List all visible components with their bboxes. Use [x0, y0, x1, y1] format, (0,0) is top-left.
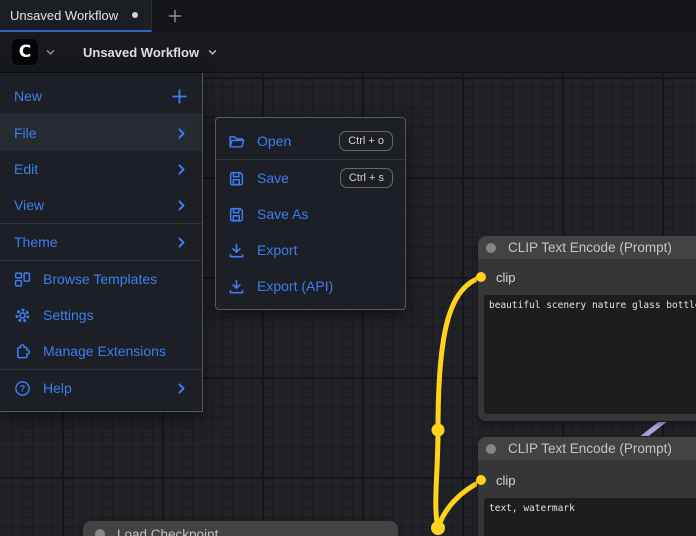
- workflow-tab-title: Unsaved Workflow: [10, 8, 118, 23]
- clip-wire-bottom: [438, 481, 482, 528]
- menu-item-theme[interactable]: Theme: [0, 224, 202, 260]
- download-icon: [228, 242, 245, 259]
- menu-item-label: Theme: [14, 234, 58, 250]
- menu-item-label: Edit: [14, 161, 38, 177]
- submenu-item-label: Export: [257, 242, 297, 258]
- node-header[interactable]: CLIP Text Encode (Prompt): [478, 236, 696, 259]
- save-icon: [228, 206, 245, 223]
- submenu-item-label: Export (API): [257, 278, 333, 294]
- chevron-right-icon: [175, 236, 188, 249]
- node-clip-text-encode-negative: CLIP Text Encode (Prompt) clip text, wat…: [478, 437, 696, 536]
- menu-item-view[interactable]: View: [0, 187, 202, 223]
- chevron-right-icon: [175, 163, 188, 176]
- workflow-tab[interactable]: Unsaved Workflow: [0, 0, 152, 32]
- submenu-item-export-api[interactable]: Export (API): [216, 268, 405, 304]
- plus-icon: [171, 88, 188, 105]
- folder-open-icon: [228, 133, 245, 150]
- menu-item-label: Settings: [43, 307, 94, 323]
- svg-text:?: ?: [20, 383, 26, 393]
- clip-input-label: clip: [496, 270, 516, 285]
- chevron-down-icon: [207, 47, 218, 58]
- clip-input-slot: clip: [478, 470, 516, 490]
- menu-item-file[interactable]: File: [0, 115, 202, 151]
- shortcut-badge: Ctrl + o: [339, 131, 393, 151]
- menu-item-edit[interactable]: Edit: [0, 151, 202, 187]
- submenu-item-open[interactable]: Open Ctrl + o: [216, 123, 405, 159]
- submenu-item-export[interactable]: Export: [216, 232, 405, 268]
- menu-item-browse-templates[interactable]: Browse Templates: [0, 261, 202, 297]
- menu-item-label: Help: [43, 380, 72, 396]
- clip-input-port[interactable]: [476, 475, 486, 485]
- chevron-down-icon: [45, 47, 56, 58]
- submenu-item-label: Save: [257, 170, 289, 186]
- menu-item-label: Manage Extensions: [43, 343, 166, 359]
- prompt-text-field[interactable]: text, watermark: [484, 498, 696, 536]
- chevron-right-icon: [175, 127, 188, 140]
- workflow-name-label: Unsaved Workflow: [83, 45, 199, 60]
- file-submenu-panel: Open Ctrl + o Save Ctrl + s Save As: [215, 117, 406, 310]
- submenu-item-save-as[interactable]: Save As: [216, 196, 405, 232]
- comfyui-logo-icon: C: [12, 39, 38, 65]
- app-menu-button[interactable]: C: [12, 39, 56, 65]
- workflow-name-dropdown[interactable]: Unsaved Workflow: [83, 45, 218, 60]
- chevron-right-icon: [175, 199, 188, 212]
- clip-input-port[interactable]: [476, 272, 486, 282]
- wire-junction-dot[interactable]: [431, 521, 445, 535]
- node-title: Load Checkpoint: [117, 527, 218, 536]
- reroute-dot[interactable]: [432, 424, 445, 437]
- menu-item-label: New: [14, 88, 42, 104]
- menu-item-label: View: [14, 197, 44, 213]
- node-header[interactable]: CLIP Text Encode (Prompt): [478, 437, 696, 460]
- question-circle-icon: ?: [14, 380, 31, 397]
- node-load-checkpoint: Load Checkpoint: [83, 521, 398, 536]
- submenu-item-save[interactable]: Save Ctrl + s: [216, 160, 405, 196]
- chevron-right-icon: [175, 382, 188, 395]
- node-title: CLIP Text Encode (Prompt): [508, 240, 672, 255]
- gear-icon: [14, 307, 31, 324]
- node-clip-text-encode-positive: CLIP Text Encode (Prompt) clip beautiful…: [478, 236, 696, 421]
- prompt-text-field[interactable]: beautiful scenery nature glass bottle: [484, 295, 696, 414]
- puzzle-icon: [14, 343, 31, 360]
- plus-icon: [166, 7, 184, 25]
- collapse-dot-icon[interactable]: [95, 529, 105, 536]
- node-title: CLIP Text Encode (Prompt): [508, 441, 672, 456]
- download-icon: [228, 278, 245, 295]
- clip-input-slot: clip: [478, 267, 516, 287]
- shortcut-badge: Ctrl + s: [340, 168, 393, 188]
- main-menu-panel: New File Edit View Theme: [0, 73, 203, 412]
- menu-item-label: Browse Templates: [43, 271, 157, 287]
- menu-item-label: File: [14, 125, 37, 141]
- workflow-tab-bar: Unsaved Workflow: [0, 0, 696, 32]
- clip-wire-top: [438, 277, 482, 430]
- main-toolbar: C Unsaved Workflow: [0, 32, 696, 73]
- clip-wire-middle: [436, 430, 438, 528]
- collapse-dot-icon[interactable]: [486, 243, 496, 253]
- menu-item-settings[interactable]: Settings: [0, 297, 202, 333]
- submenu-item-label: Open: [257, 133, 291, 149]
- save-icon: [228, 170, 245, 187]
- new-tab-button[interactable]: [162, 4, 188, 28]
- unsaved-indicator-icon[interactable]: [132, 12, 138, 18]
- menu-item-help[interactable]: ? Help: [0, 370, 202, 406]
- templates-icon: [14, 271, 31, 288]
- collapse-dot-icon[interactable]: [486, 444, 496, 454]
- node-header[interactable]: Load Checkpoint: [83, 521, 398, 536]
- menu-item-new[interactable]: New: [0, 78, 202, 114]
- clip-input-label: clip: [496, 473, 516, 488]
- submenu-item-label: Save As: [257, 206, 308, 222]
- menu-item-manage-extensions[interactable]: Manage Extensions: [0, 333, 202, 369]
